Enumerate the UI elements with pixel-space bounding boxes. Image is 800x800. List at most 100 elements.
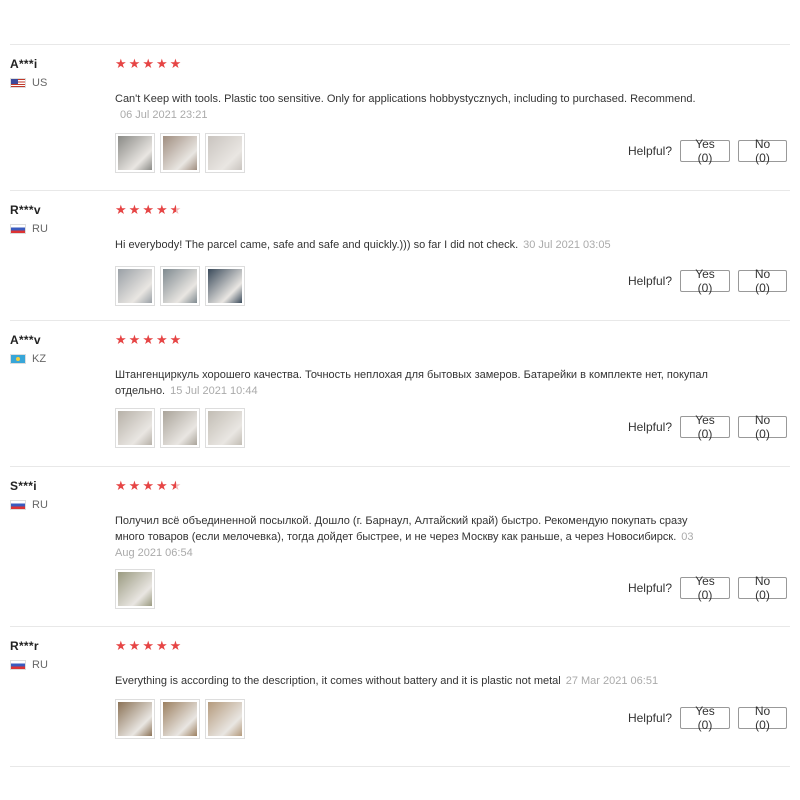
helpful-no-button[interactable]: No (0) xyxy=(738,267,787,295)
review-text: Штангенциркуль хорошего качества. Точнос… xyxy=(115,367,715,399)
review-text: Получил всё объединенной посылкой. Дошло… xyxy=(115,513,715,561)
photo-image xyxy=(118,572,152,606)
star-half-icon: ★ xyxy=(169,202,182,217)
reviewer-country: US xyxy=(10,77,47,89)
review-content: ★ ★ ★ ★ ★ Hi everybody! The parcel came, safe… xyxy=(115,203,790,253)
reviewer-name: A***i xyxy=(10,57,38,71)
star-icon: ★ xyxy=(142,478,154,493)
reviewer-info: A***i US xyxy=(10,57,47,89)
review-item: R***r RU ★ ★ ★ ★ ★ Everything is according to t… xyxy=(10,627,790,767)
reviewer-info: R***r RU xyxy=(10,639,48,671)
review-date: 06 Jul 2021 23:21 xyxy=(120,109,208,121)
review-photo-thumbnail[interactable] xyxy=(205,133,245,173)
flag-icon xyxy=(10,78,26,88)
helpful-yes-button[interactable]: Yes (0) xyxy=(680,413,730,441)
helpful-yes-button[interactable]: Yes (0) xyxy=(680,137,730,165)
reviewer-name: R***r xyxy=(10,639,39,653)
review-body: Получил всё объединенной посылкой. Дошло… xyxy=(115,515,688,543)
helpful-yes-button[interactable]: Yes (0) xyxy=(680,574,730,602)
helpful-vote: Helpful? Yes (0) No (0) xyxy=(627,574,787,602)
star-icon: ★ xyxy=(142,332,154,347)
rating-stars: ★ ★ ★ ★ ★ xyxy=(115,333,790,347)
country-code: KZ xyxy=(32,353,47,365)
review-photo-thumbnail[interactable] xyxy=(160,133,200,173)
review-photos xyxy=(115,408,245,448)
review-photo-thumbnail[interactable] xyxy=(205,266,245,306)
star-icon: ★ xyxy=(155,478,168,493)
helpful-vote: Helpful? Yes (0) No (0) xyxy=(627,704,787,732)
star-icon: ★ xyxy=(169,332,182,347)
review-photo-thumbnail[interactable] xyxy=(115,266,155,306)
helpful-no-button[interactable]: No (0) xyxy=(738,137,787,165)
review-photo-thumbnail[interactable] xyxy=(115,408,155,448)
star-icon: ★ xyxy=(128,332,141,347)
photo-image xyxy=(118,411,152,445)
country-code: RU xyxy=(32,223,48,235)
flag-icon xyxy=(10,354,26,364)
photo-image xyxy=(163,702,197,736)
review-text: Hi everybody! The parcel came, safe and … xyxy=(115,237,715,253)
review-date: 27 Mar 2021 06:51 xyxy=(565,675,659,687)
star-icon: ★ xyxy=(142,638,154,653)
review-photos xyxy=(115,133,245,173)
review-date: 15 Jul 2021 10:44 xyxy=(170,385,258,397)
review-text: Everything is according to the descripti… xyxy=(115,673,715,689)
photo-image xyxy=(208,702,242,736)
star-icon: ★ xyxy=(115,332,127,347)
reviewer-info: A***v KZ xyxy=(10,333,46,365)
helpful-no-button[interactable]: No (0) xyxy=(738,704,787,732)
photo-image xyxy=(208,269,242,303)
photo-image xyxy=(163,269,197,303)
helpful-vote: Helpful? Yes (0) No (0) xyxy=(627,267,787,295)
reviewer-info: S***i RU xyxy=(10,479,48,511)
helpful-label: Helpful? xyxy=(627,274,672,288)
photo-image xyxy=(118,702,152,736)
review-content: ★ ★ ★ ★ ★ Can't Keep with tools. Plastic too … xyxy=(115,57,790,123)
review-body: Hi everybody! The parcel came, safe and … xyxy=(115,239,519,251)
review-text: Can't Keep with tools. Plastic too sensi… xyxy=(115,91,715,123)
helpful-yes-button[interactable]: Yes (0) xyxy=(680,704,730,732)
star-icon: ★ xyxy=(128,202,141,217)
review-item: R***v RU ★ ★ ★ ★ ★ Hi everybody! The parcel cam… xyxy=(10,191,790,321)
star-icon: ★ xyxy=(115,638,127,653)
star-icon: ★ xyxy=(128,638,141,653)
rating-stars: ★ ★ ★ ★ ★ xyxy=(115,479,790,493)
review-photo-thumbnail[interactable] xyxy=(160,699,200,739)
review-item: A***i US ★ ★ ★ ★ ★ Can't Keep with tools. Plast… xyxy=(10,45,790,191)
review-photo-thumbnail[interactable] xyxy=(160,266,200,306)
review-photo-thumbnail[interactable] xyxy=(205,408,245,448)
review-photo-thumbnail[interactable] xyxy=(115,133,155,173)
helpful-yes-button[interactable]: Yes (0) xyxy=(680,267,730,295)
review-photo-thumbnail[interactable] xyxy=(115,699,155,739)
helpful-vote: Helpful? Yes (0) No (0) xyxy=(628,413,787,441)
reviewer-country: RU xyxy=(10,223,48,235)
review-photo-thumbnail[interactable] xyxy=(160,408,200,448)
review-content: ★ ★ ★ ★ ★ Штангенциркуль хорошего качества. Т… xyxy=(115,333,790,399)
review-photo-thumbnail[interactable] xyxy=(115,569,155,609)
review-date: 30 Jul 2021 03:05 xyxy=(523,239,611,251)
review-photos xyxy=(115,699,245,739)
flag-icon xyxy=(10,500,26,510)
star-icon: ★ xyxy=(169,56,182,71)
review-item: A***v KZ ★ ★ ★ ★ ★ Штангенциркуль хорошего каче… xyxy=(10,321,790,467)
star-icon: ★ xyxy=(115,56,127,71)
star-half-icon: ★ xyxy=(169,478,182,493)
country-code: RU xyxy=(32,499,48,511)
helpful-no-button[interactable]: No (0) xyxy=(738,574,787,602)
helpful-no-button[interactable]: No (0) xyxy=(738,413,787,441)
reviewer-country: RU xyxy=(10,499,48,511)
flag-icon xyxy=(10,224,26,234)
review-body: Can't Keep with tools. Plastic too sensi… xyxy=(115,93,696,105)
helpful-label: Helpful? xyxy=(627,711,672,725)
review-body: Everything is according to the descripti… xyxy=(115,675,561,687)
review-photo-thumbnail[interactable] xyxy=(205,699,245,739)
helpful-label: Helpful? xyxy=(627,581,672,595)
review-photos xyxy=(115,569,155,609)
star-icon: ★ xyxy=(142,202,154,217)
review-content: ★ ★ ★ ★ ★ Everything is according to the desc… xyxy=(115,639,790,689)
reviewer-name: A***v xyxy=(10,333,41,347)
rating-stars: ★ ★ ★ ★ ★ xyxy=(115,203,790,217)
reviewer-country: KZ xyxy=(10,353,46,365)
star-icon: ★ xyxy=(169,638,182,653)
reviewer-name: S***i xyxy=(10,479,37,493)
